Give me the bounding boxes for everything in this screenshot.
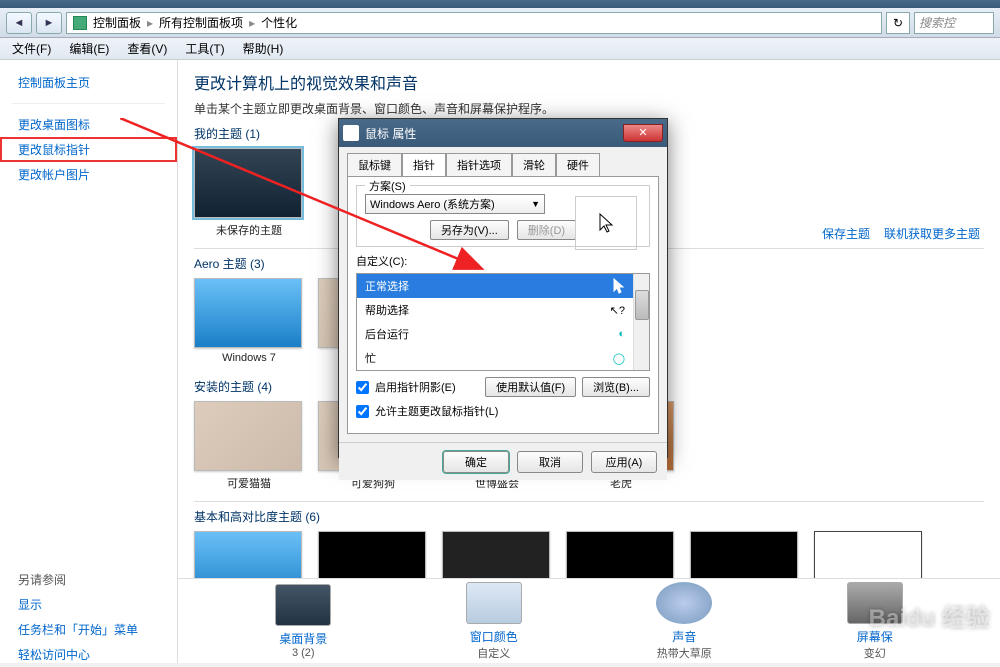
menu-view[interactable]: 查看(V): [119, 38, 175, 59]
sidebar-account-pic[interactable]: 更改帐户图片: [0, 162, 177, 187]
window-color-icon: [466, 582, 522, 624]
window-titlebar: [0, 0, 1000, 8]
list-item-background[interactable]: 后台运行 ◐: [357, 322, 649, 346]
theme-cat[interactable]: 可爱猫猫: [194, 401, 304, 491]
scrollbar[interactable]: [633, 274, 649, 370]
tab-pointers[interactable]: 指针: [402, 153, 446, 176]
control-panel-icon: [73, 16, 87, 30]
list-item-normal[interactable]: 正常选择: [357, 274, 649, 298]
address-field[interactable]: 控制面板 ▸ 所有控制面板项 ▸ 个性化: [66, 12, 882, 34]
list-item-help[interactable]: 帮助选择 ↖?: [357, 298, 649, 322]
delete-button[interactable]: 删除(D): [517, 220, 576, 240]
back-button[interactable]: ◄: [6, 12, 32, 34]
ok-button[interactable]: 确定: [443, 451, 509, 473]
allow-theme-checkbox[interactable]: [356, 405, 369, 418]
address-bar: ◄ ► 控制面板 ▸ 所有控制面板项 ▸ 个性化 ↻ 搜索控: [0, 8, 1000, 38]
list-item-busy[interactable]: 忙 ◯: [357, 346, 649, 370]
chevron-down-icon: ▼: [531, 199, 540, 209]
breadcrumb-3[interactable]: 个性化: [261, 14, 297, 31]
theme-unsaved[interactable]: 未保存的主题: [194, 148, 304, 238]
tab-hardware[interactable]: 硬件: [556, 153, 600, 176]
custom-label: 自定义(C):: [356, 253, 650, 269]
sidebar-home[interactable]: 控制面板主页: [0, 70, 177, 95]
use-default-button[interactable]: 使用默认值(F): [485, 377, 576, 397]
scheme-fieldset: 方案(S) Windows Aero (系统方案) ▼ 另存为(V)... 删除…: [356, 185, 650, 247]
mouse-properties-dialog: 鼠标 属性 ✕ 鼠标键 指针 指针选项 滑轮 硬件 方案(S) Windows …: [338, 118, 668, 458]
forward-button[interactable]: ►: [36, 12, 62, 34]
pointer-preview: [575, 196, 637, 250]
cancel-button[interactable]: 取消: [517, 451, 583, 473]
busy-cursor-icon: ◐: [618, 328, 625, 340]
tab-buttons[interactable]: 鼠标键: [347, 153, 402, 176]
cursor-icon: [598, 212, 614, 234]
sidebar-desktop-icons[interactable]: 更改桌面图标: [0, 112, 177, 137]
option-desktop-background[interactable]: 桌面背景 3 (2): [243, 584, 363, 659]
dialog-title: 鼠标 属性: [365, 125, 416, 142]
dialog-button-row: 确定 取消 应用(A): [339, 442, 667, 480]
pointer-listbox[interactable]: 正常选择 帮助选择 ↖? 后台运行 ◐ 忙 ◯: [356, 273, 650, 371]
link-get-more[interactable]: 联机获取更多主题: [884, 225, 980, 242]
page-subtitle: 单击某个主题立即更改桌面背景、窗口颜色、声音和屏幕保护程序。: [194, 100, 984, 117]
page-title: 更改计算机上的视觉效果和声音: [194, 70, 984, 94]
shadow-label: 启用指针阴影(E): [375, 379, 456, 395]
tab-content: 方案(S) Windows Aero (系统方案) ▼ 另存为(V)... 删除…: [347, 176, 659, 434]
menu-tools[interactable]: 工具(T): [177, 38, 232, 59]
cursor-icon: [613, 278, 625, 294]
breadcrumb-1[interactable]: 控制面板: [93, 14, 141, 31]
sounds-icon: [656, 582, 712, 624]
menu-help[interactable]: 帮助(H): [235, 38, 292, 59]
save-as-button[interactable]: 另存为(V)...: [430, 220, 509, 240]
sidebar-ease[interactable]: 轻松访问中心: [0, 642, 177, 667]
bottom-options: 桌面背景 3 (2) 窗口颜色 自定义 声音 热带大草原 屏幕保 变幻: [178, 578, 1000, 663]
option-screensaver[interactable]: 屏幕保 变幻: [815, 582, 935, 661]
group-basic-hc: 基本和高对比度主题 (6): [194, 508, 984, 525]
browse-button[interactable]: 浏览(B)...: [582, 377, 650, 397]
background-icon: [275, 584, 331, 626]
shadow-checkbox[interactable]: [356, 381, 369, 394]
tab-pointer-options[interactable]: 指针选项: [446, 153, 512, 176]
option-window-color[interactable]: 窗口颜色 自定义: [434, 582, 554, 661]
apply-button[interactable]: 应用(A): [591, 451, 657, 473]
sidebar-taskbar[interactable]: 任务栏和「开始」菜单: [0, 617, 177, 642]
menu-bar: 文件(F) 编辑(E) 查看(V) 工具(T) 帮助(H): [0, 38, 1000, 60]
sidebar-display[interactable]: 显示: [0, 592, 177, 617]
tab-wheel[interactable]: 滑轮: [512, 153, 556, 176]
screensaver-icon: [847, 582, 903, 624]
theme-windows7[interactable]: Windows 7: [194, 278, 304, 368]
menu-edit[interactable]: 编辑(E): [61, 38, 117, 59]
option-sounds[interactable]: 声音 热带大草原: [624, 582, 744, 661]
mouse-icon: [343, 125, 359, 141]
sidebar-mouse-pointers[interactable]: 更改鼠标指针: [0, 137, 177, 162]
search-input[interactable]: 搜索控: [914, 12, 994, 34]
help-cursor-icon: ↖?: [610, 304, 625, 317]
scheme-combobox[interactable]: Windows Aero (系统方案) ▼: [365, 194, 545, 214]
dialog-tabs: 鼠标键 指针 指针选项 滑轮 硬件: [339, 147, 667, 176]
close-button[interactable]: ✕: [623, 124, 663, 142]
menu-file[interactable]: 文件(F): [4, 38, 59, 59]
allow-theme-label: 允许主题更改鼠标指针(L): [375, 403, 498, 419]
refresh-button[interactable]: ↻: [886, 12, 910, 34]
wait-cursor-icon: ◯: [613, 352, 625, 365]
see-also-heading: 另请参阅: [0, 567, 177, 592]
breadcrumb-2[interactable]: 所有控制面板项: [159, 14, 243, 31]
scheme-label: 方案(S): [365, 178, 410, 194]
link-save-theme[interactable]: 保存主题: [822, 225, 870, 242]
dialog-titlebar[interactable]: 鼠标 属性 ✕: [339, 119, 667, 147]
sidebar: 控制面板主页 更改桌面图标 更改鼠标指针 更改帐户图片 另请参阅 显示 任务栏和…: [0, 60, 178, 663]
